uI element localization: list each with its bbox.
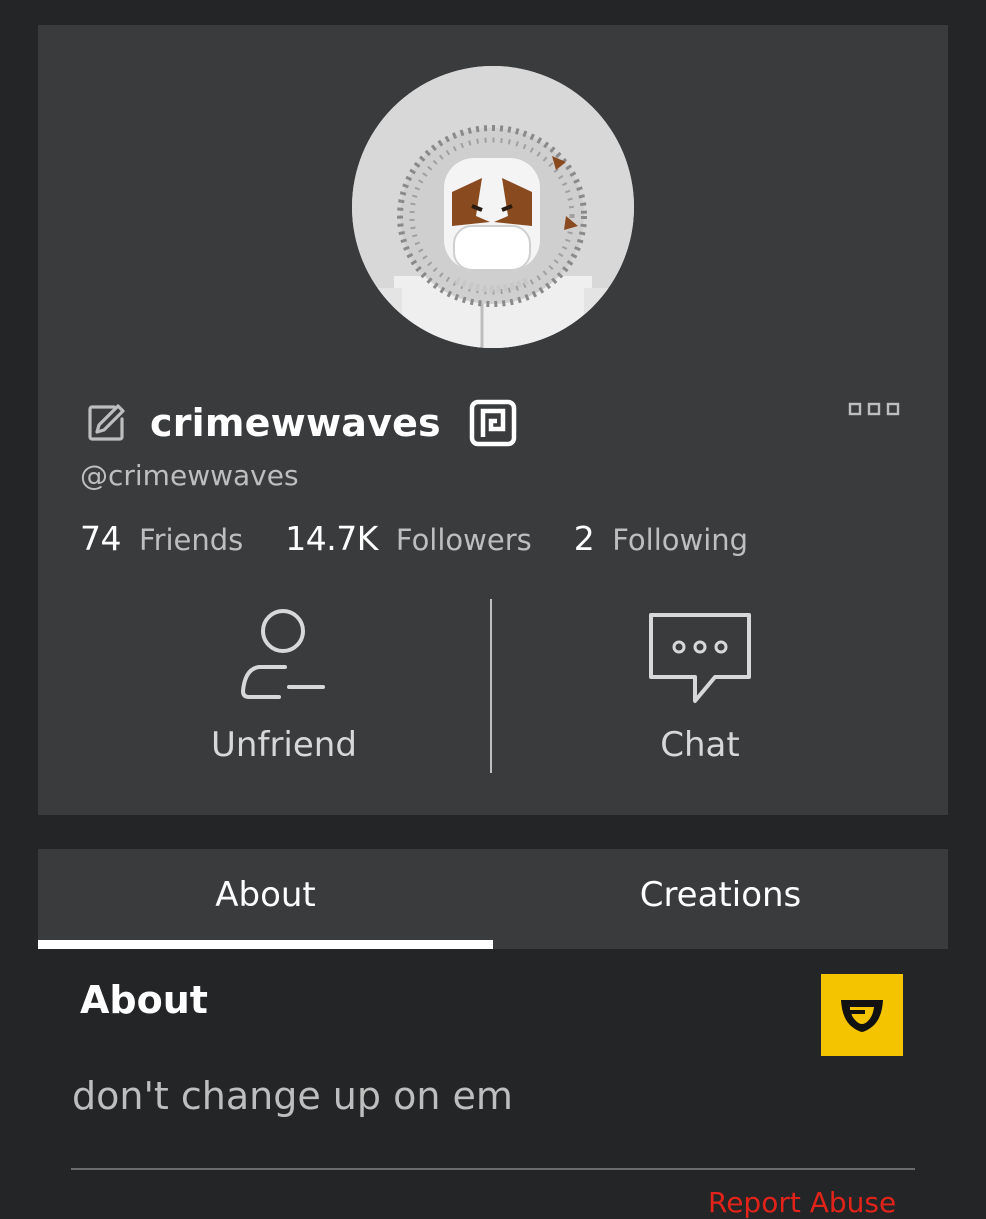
edit-icon[interactable] xyxy=(84,401,128,445)
profile-header-card: crimewwaves @crimewwaves 74 Friends 14.7… xyxy=(38,25,948,815)
unfriend-icon xyxy=(240,609,325,699)
username: @crimewwaves xyxy=(80,459,299,492)
about-divider xyxy=(71,1168,915,1170)
profile-tabs: About Creations xyxy=(38,849,948,949)
following-label: Following xyxy=(612,523,749,557)
followers-label: Followers xyxy=(395,523,532,557)
about-description: don't change up on em xyxy=(72,1074,513,1118)
actions-divider xyxy=(490,599,492,773)
name-row: crimewwaves xyxy=(84,395,517,451)
avatar[interactable] xyxy=(352,66,634,348)
following-count: 2 xyxy=(573,519,595,558)
chat-button[interactable]: Chat xyxy=(550,605,850,775)
display-name: crimewwaves xyxy=(150,401,441,445)
friends-stat[interactable]: 74 Friends xyxy=(80,519,243,558)
chat-icon xyxy=(649,613,751,703)
guilded-icon xyxy=(841,1000,883,1032)
avatar-image xyxy=(352,66,634,348)
friends-label: Friends xyxy=(139,523,244,557)
guilded-social-link[interactable] xyxy=(821,974,903,1056)
more-options-icon[interactable] xyxy=(848,401,900,417)
followers-stat[interactable]: 14.7K Followers xyxy=(285,519,531,558)
unfriend-button[interactable]: Unfriend xyxy=(134,605,434,775)
premium-icon xyxy=(469,399,517,447)
following-stat[interactable]: 2 Following xyxy=(574,519,748,558)
stats-row: 74 Friends 14.7K Followers 2 Following xyxy=(80,519,790,558)
chat-label: Chat xyxy=(660,725,740,765)
about-heading: About xyxy=(80,978,208,1022)
tab-about[interactable]: About xyxy=(38,849,493,949)
unfriend-label: Unfriend xyxy=(211,725,357,765)
report-abuse-link[interactable]: Report Abuse xyxy=(708,1186,896,1219)
friends-count: 74 xyxy=(80,519,122,558)
tab-creations[interactable]: Creations xyxy=(493,849,948,949)
followers-count: 14.7K xyxy=(285,519,378,558)
